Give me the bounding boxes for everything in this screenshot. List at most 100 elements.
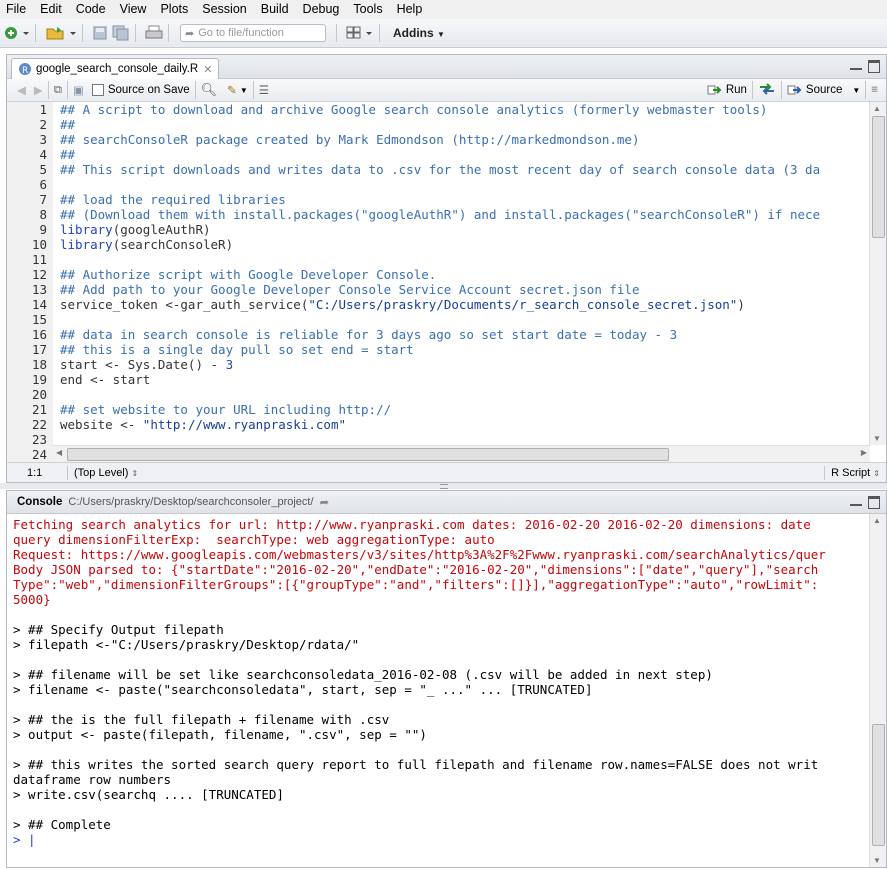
- rerun-icon: [759, 82, 774, 95]
- code-line: ## Add path to your Google Developer Con…: [60, 282, 639, 297]
- code-token: ): [737, 297, 745, 312]
- goto-file-input[interactable]: ➦ Go to file/function: [180, 24, 326, 42]
- source-on-save-checkbox[interactable]: [91, 84, 104, 96]
- scroll-up-icon[interactable]: ▲: [873, 104, 881, 113]
- scroll-up-icon[interactable]: ▲: [873, 516, 881, 525]
- divider: [35, 24, 36, 42]
- divider: [194, 81, 196, 99]
- maximize-pane-icon[interactable]: [868, 496, 880, 509]
- back-arrow-icon[interactable]: ◀: [17, 83, 26, 97]
- search-icon[interactable]: 🔍︎: [201, 82, 218, 98]
- menu-item-file[interactable]: File: [0, 0, 34, 19]
- code-line: ## (Download them with install.packages(…: [60, 207, 820, 222]
- splitter-grip-icon: [440, 484, 448, 489]
- magic-wand-icon[interactable]: ✎: [227, 83, 237, 97]
- code-token: ## this is a single day pull so set end …: [60, 342, 414, 357]
- code-token: start <- Sys.Date() -: [60, 357, 226, 372]
- code-token: website <-: [60, 417, 143, 432]
- menu-item-debug[interactable]: Debug: [297, 0, 348, 19]
- scroll-thumb[interactable]: [872, 116, 885, 238]
- line-number: 17: [31, 342, 47, 357]
- close-icon[interactable]: ✕: [203, 63, 212, 76]
- code-editor[interactable]: 1 2 3 4 5 6 7 8 9 10 11 12 13 14 15 16 17 18 19 20 21 22 23 24 …: [7, 102, 886, 462]
- scroll-thumb[interactable]: [872, 724, 885, 846]
- menu-item-build[interactable]: Build: [255, 0, 297, 19]
- addins-menu[interactable]: Addins ▼: [393, 26, 445, 40]
- code-line: library(searchConsoleR): [60, 237, 233, 252]
- console-line: Fetching search analytics for url: http:…: [13, 517, 811, 532]
- editor-horizontal-scrollbar[interactable]: ◀ ▶: [53, 445, 870, 462]
- rerun-button[interactable]: [758, 82, 776, 98]
- menu-item-view[interactable]: View: [114, 0, 155, 19]
- line-number-gutter: 1 2 3 4 5 6 7 8 9 10 11 12 13 14 15 16 17 18 19 20 21 22 23 24: [7, 102, 53, 462]
- open-folder-icon: [46, 27, 76, 40]
- menu-item-edit[interactable]: Edit: [34, 0, 70, 19]
- source-on-save-label: Source on Save: [107, 84, 190, 96]
- svg-text:R: R: [22, 66, 28, 76]
- minimize-pane-icon[interactable]: [850, 60, 862, 70]
- console-line: > ## Specify Output filepath: [13, 622, 224, 637]
- line-number: 12: [31, 267, 47, 282]
- menu-item-code[interactable]: Code: [70, 0, 114, 19]
- line-number: 13: [31, 282, 47, 297]
- print-icon: [145, 25, 163, 39]
- source-label: Source: [805, 84, 843, 96]
- source-button[interactable]: Source ▼: [787, 84, 860, 96]
- code-line: ## this is a single day pull so set end …: [60, 342, 414, 357]
- console-line: > ## filename will be set like searchcon…: [13, 667, 713, 682]
- goto-placeholder: Go to file/function: [198, 27, 284, 39]
- code-line: service_token <-gar_auth_service("C:/Use…: [60, 297, 745, 312]
- line-number: 4: [39, 147, 47, 162]
- tab-google-search-console-daily[interactable]: R google_search_console_daily.R ✕: [11, 58, 220, 79]
- print-button[interactable]: [145, 23, 163, 43]
- console-vertical-scrollbar[interactable]: ▲ ▼: [869, 514, 886, 867]
- open-file-button[interactable]: [45, 23, 77, 43]
- line-number: 7: [39, 192, 47, 207]
- save-icon[interactable]: ▣: [73, 83, 84, 97]
- line-number: 16: [31, 327, 47, 342]
- scroll-down-icon[interactable]: ▼: [873, 856, 881, 865]
- document-outline-icon[interactable]: ☰: [259, 83, 269, 97]
- show-in-window-icon[interactable]: ⧉: [54, 84, 62, 97]
- line-number: 21: [31, 402, 47, 417]
- editor-status-bar: 1:1 (Top Level) ⇕ R Script ⇕: [7, 462, 886, 482]
- line-number: 11: [31, 252, 47, 267]
- workspace-panes-button[interactable]: [346, 23, 374, 43]
- forward-arrow-icon[interactable]: ▶: [34, 83, 43, 97]
- scroll-down-icon[interactable]: ▼: [873, 434, 881, 443]
- scroll-thumb[interactable]: [67, 448, 669, 461]
- menu-lines-icon[interactable]: ≡: [871, 84, 878, 96]
- code-line: ## load the required libraries: [60, 192, 286, 207]
- run-button[interactable]: Run: [707, 84, 747, 96]
- code-token: service_token <-gar_auth_service(: [60, 297, 309, 312]
- code-token: ## A script to download and archive Goog…: [60, 102, 768, 117]
- code-token: ## This script downloads and writes data…: [60, 162, 821, 177]
- code-line: start <- Sys.Date() - 3: [60, 357, 233, 372]
- new-file-button[interactable]: [4, 23, 30, 43]
- code-token: "C:/Users/praskry/Documents/r_search_con…: [308, 297, 738, 312]
- menu-item-session[interactable]: Session: [196, 0, 254, 19]
- code-line: ## set website to your URL including htt…: [60, 402, 391, 417]
- code-token: (searchConsoleR): [112, 237, 234, 252]
- source-arrow-icon: [787, 85, 802, 95]
- console-output[interactable]: Fetching search analytics for url: http:…: [7, 514, 870, 867]
- divider: [252, 81, 254, 99]
- file-type-label: R Script: [831, 466, 871, 479]
- pane-splitter[interactable]: [0, 483, 887, 489]
- menu-item-help[interactable]: Help: [391, 0, 431, 19]
- scope-selector[interactable]: (Top Level) ⇕: [74, 467, 138, 479]
- chevron-down-icon[interactable]: ▼: [240, 86, 248, 95]
- goto-directory-icon[interactable]: ➦: [320, 495, 330, 509]
- editor-vertical-scrollbar[interactable]: ▲ ▼: [869, 102, 886, 445]
- maximize-pane-icon[interactable]: [868, 60, 880, 73]
- file-type-selector[interactable]: R Script ⇕: [831, 467, 880, 479]
- save-all-button[interactable]: [112, 23, 130, 43]
- save-button[interactable]: [92, 23, 108, 43]
- scroll-right-icon[interactable]: ▶: [861, 448, 867, 457]
- menu-item-tools[interactable]: Tools: [347, 0, 390, 19]
- menu-item-plots[interactable]: Plots: [154, 0, 196, 19]
- scroll-left-icon[interactable]: ◀: [56, 448, 62, 457]
- chevron-down-icon: ▼: [852, 85, 861, 95]
- line-number: 23: [31, 432, 47, 447]
- minimize-pane-icon[interactable]: [850, 496, 862, 506]
